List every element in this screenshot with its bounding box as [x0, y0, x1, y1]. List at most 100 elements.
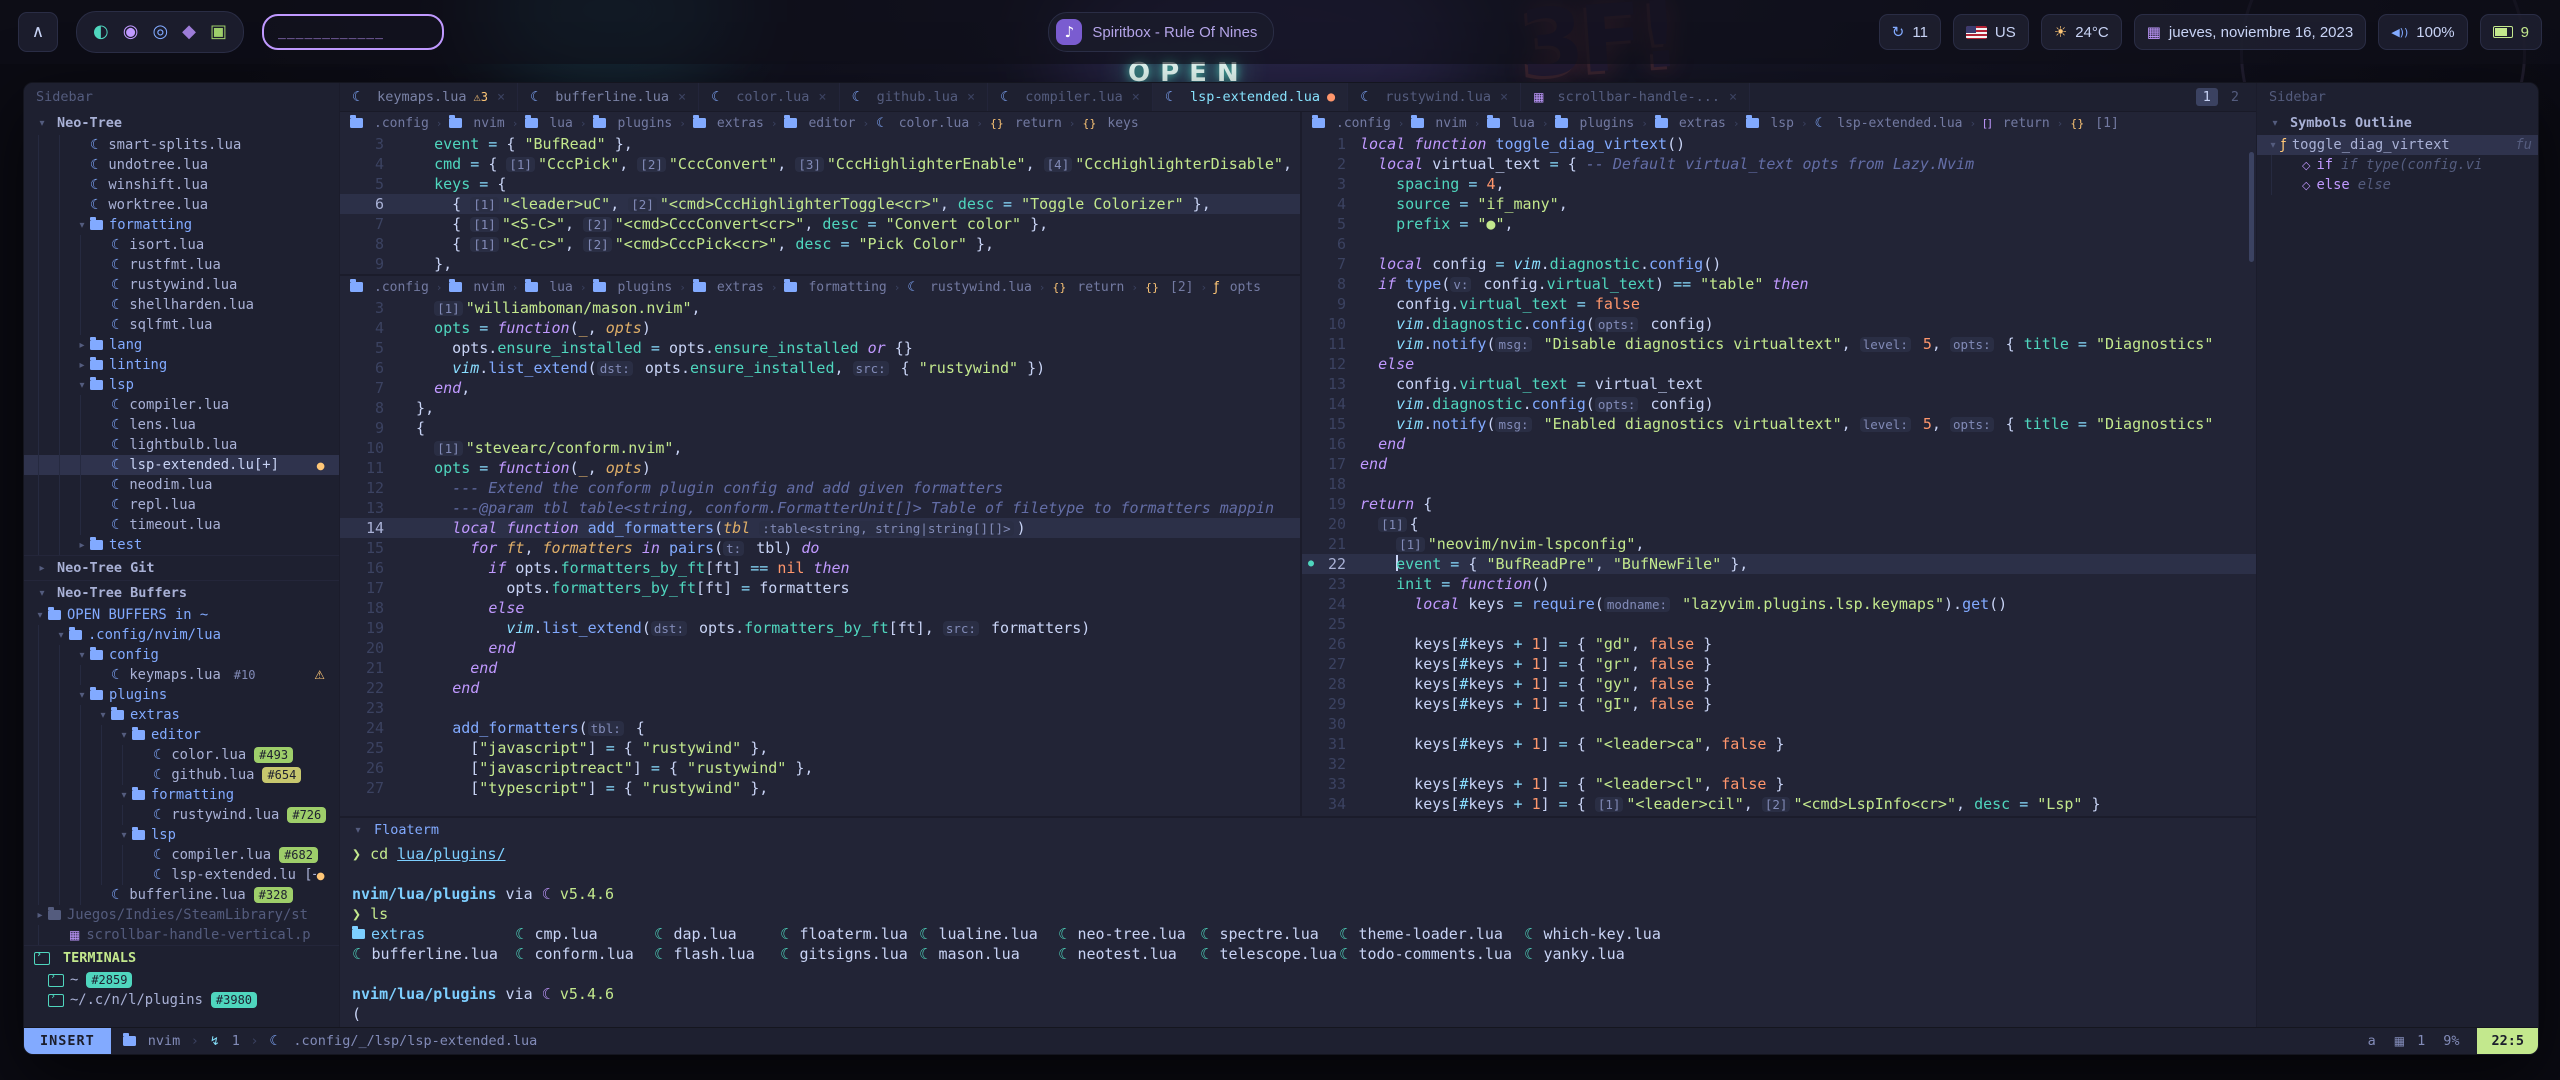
tab-color-lua[interactable]: ☾color.lua×: [699, 83, 839, 111]
listing-item-todo-comments-lua[interactable]: ☾todo-comments.lua: [1339, 944, 1524, 964]
tree-item-lsp-extended-lu[interactable]: ☾lsp-extended.lu[+]●: [24, 455, 339, 475]
floaterm-panel[interactable]: ▾ Floaterm ❯ cd lua/plugins/nvim/lua/plu…: [340, 816, 2256, 1027]
tree-item-juegos-indies-steamlibrary-st[interactable]: ▸Juegos/Indies/SteamLibrary/st: [24, 905, 339, 925]
breadcrumb-item-rustywind-lua[interactable]: ☾rustywind.lua: [907, 280, 1031, 295]
tree-item-undotree-lua[interactable]: ☾undotree.lua: [24, 155, 339, 175]
symbols-outline-header[interactable]: ▾ Symbols Outline: [2257, 111, 2538, 135]
section-header-neo-tree-buffers[interactable]: ▾Neo-Tree Buffers: [24, 580, 339, 605]
breadcrumb-item-formatting[interactable]: formatting: [784, 280, 886, 295]
listing-item-neotest-lua[interactable]: ☾neotest.lua: [1058, 944, 1200, 964]
keyboard-layout-widget[interactable]: US: [1953, 14, 2029, 50]
breadcrumb-item-plugins[interactable]: plugins: [593, 280, 672, 295]
tree-item-compiler-lua[interactable]: ☾compiler.lua: [24, 395, 339, 415]
listing-item-gitsigns-lua[interactable]: ☾gitsigns.lua: [780, 944, 919, 964]
tree-item-lightbulb-lua[interactable]: ☾lightbulb.lua: [24, 435, 339, 455]
close-icon[interactable]: ×: [678, 89, 686, 105]
tree-item-neodim-lua[interactable]: ☾neodim.lua: [24, 475, 339, 495]
tree-item-compiler-lua[interactable]: ☾compiler.lua#682: [24, 845, 339, 865]
tree-item-c-n-l-plugins[interactable]: ~/.c/n/l/plugins#3980: [24, 990, 339, 1010]
listing-item-conform-lua[interactable]: ☾conform.lua: [515, 944, 654, 964]
tree-item-lsp[interactable]: ▾lsp: [24, 825, 339, 845]
music-widget[interactable]: ♪ Spiritbox - Rule Of Nines: [1048, 12, 1274, 52]
breadcrumb-item-plugins[interactable]: plugins: [593, 116, 672, 131]
editor-pane-lsp-extended-lua[interactable]: .config›nvim›lua›plugins›extras›lsp›☾lsp…: [1302, 112, 2256, 816]
tree-item-lens-lua[interactable]: ☾lens.lua: [24, 415, 339, 435]
battery-widget[interactable]: 9: [2480, 14, 2542, 50]
dock-icon-2[interactable]: ◉: [123, 23, 139, 41]
breadcrumb-item-config[interactable]: .config: [1312, 116, 1391, 131]
dock-icon-5[interactable]: ▣: [210, 23, 227, 41]
breadcrumb-item-1[interactable]: {}[1]: [2070, 116, 2118, 131]
editor-pane-rustywind-lua[interactable]: .config›nvim›lua›plugins›extras›formatti…: [340, 276, 1300, 816]
listing-item-dap-lua[interactable]: ☾dap.lua: [654, 924, 780, 944]
tree-item-editor[interactable]: ▾editor: [24, 725, 339, 745]
listing-item-lualine-lua[interactable]: ☾lualine.lua: [919, 924, 1058, 944]
tab-compiler-lua[interactable]: ☾compiler.lua×: [988, 83, 1153, 111]
listing-item-flash-lua[interactable]: ☾flash.lua: [654, 944, 780, 964]
statusline-segment-config-lsp-lsp-extended-lua[interactable]: ☾.config/_/lsp/lsp-extended.lua: [269, 1033, 537, 1049]
breadcrumb-item-config[interactable]: .config: [350, 280, 429, 295]
statusline-segment-1[interactable]: ↯1: [210, 1033, 240, 1049]
listing-item-yanky-lua[interactable]: ☾yanky.lua: [1524, 944, 1684, 964]
tree-item-bufferline-lua[interactable]: ☾bufferline.lua#328: [24, 885, 339, 905]
breadcrumb-item-extras[interactable]: extras: [1655, 116, 1726, 131]
date-widget[interactable]: ▦jueves, noviembre 16, 2023: [2134, 14, 2366, 50]
weather-widget[interactable]: ☀24°C: [2041, 14, 2122, 50]
breadcrumb-item-lsp[interactable]: lsp: [1746, 116, 1793, 131]
section-header-terminals[interactable]: TERMINALS: [24, 945, 339, 970]
tab-rustywind-lua[interactable]: ☾rustywind.lua×: [1348, 83, 1521, 111]
tree-item-plugins[interactable]: ▾plugins: [24, 685, 339, 705]
tree-item-config[interactable]: ▾config: [24, 645, 339, 665]
breadcrumb-item-return[interactable]: {}return: [990, 116, 1062, 131]
breadcrumb-item-2[interactable]: {}[2]: [1145, 280, 1193, 295]
breadcrumb-item-keys[interactable]: {}keys: [1082, 116, 1138, 131]
tabpage-2[interactable]: 2: [2224, 88, 2246, 106]
tab-github-lua[interactable]: ☾github.lua×: [840, 83, 989, 111]
neo-tree-sidebar[interactable]: Sidebar ▾Neo-Tree☾smart-splits.lua☾undot…: [24, 83, 340, 1027]
breadcrumb-item-extras[interactable]: extras: [693, 116, 764, 131]
tree-item-open-buffers-in[interactable]: ▾OPEN BUFFERS in ~: [24, 605, 339, 625]
tree-item-shellharden-lua[interactable]: ☾shellharden.lua: [24, 295, 339, 315]
breadcrumb-item-return[interactable]: {}return: [1052, 280, 1124, 295]
editor-pane-color-lua[interactable]: .config›nvim›lua›plugins›extras›editor›☾…: [340, 112, 1300, 276]
tree-item-lang[interactable]: ▸lang: [24, 335, 339, 355]
close-icon[interactable]: ×: [967, 89, 975, 105]
breadcrumb-item-return[interactable]: []return: [1983, 116, 2050, 131]
launcher-button[interactable]: ∧: [18, 12, 58, 52]
listing-item-bufferline-lua[interactable]: ☾bufferline.lua: [352, 944, 515, 964]
tree-item-config-nvim-lua[interactable]: ▾.config/nvim/lua: [24, 625, 339, 645]
listing-item-cmp-lua[interactable]: ☾cmp.lua: [515, 924, 654, 944]
close-icon[interactable]: ×: [1729, 89, 1737, 105]
tree-item-worktree-lua[interactable]: ☾worktree.lua: [24, 195, 339, 215]
tree-item-lsp[interactable]: ▾lsp: [24, 375, 339, 395]
breadcrumb-item-opts[interactable]: ƒopts: [1214, 280, 1261, 295]
breadcrumb-item-lsp-extended-lua[interactable]: ☾lsp-extended.lua: [1815, 116, 1963, 131]
tree-item-github-lua[interactable]: ☾github.lua#654: [24, 765, 339, 785]
breadcrumb-item-config[interactable]: .config: [350, 116, 429, 131]
breadcrumb-item-extras[interactable]: extras: [693, 280, 764, 295]
breadcrumb-item-lua[interactable]: lua: [525, 280, 572, 295]
breadcrumb-item-plugins[interactable]: plugins: [1555, 116, 1634, 131]
tree-item-winshift-lua[interactable]: ☾winshift.lua: [24, 175, 339, 195]
breadcrumb-item-lua[interactable]: lua: [1487, 116, 1534, 131]
scrollbar-handle[interactable]: [2249, 152, 2254, 262]
volume-widget[interactable]: ◀))100%: [2378, 14, 2467, 50]
tree-item-test[interactable]: ▸test: [24, 535, 339, 555]
close-icon[interactable]: ×: [497, 89, 505, 105]
listing-item-mason-lua[interactable]: ☾mason.lua: [919, 944, 1058, 964]
outline-item-else[interactable]: ◇elseelse: [2257, 175, 2538, 195]
tree-item-scrollbar-handle-vertical-p[interactable]: ▦scrollbar-handle-vertical.p: [24, 925, 339, 945]
tree-item-timeout-lua[interactable]: ☾timeout.lua: [24, 515, 339, 535]
statusline-segment-nvim[interactable]: nvim: [123, 1033, 181, 1049]
tree-item-sqlfmt-lua[interactable]: ☾sqlfmt.lua: [24, 315, 339, 335]
tab-lsp-extended-lua[interactable]: ☾lsp-extended.lua●: [1153, 83, 1348, 111]
breadcrumb-item-nvim[interactable]: nvim: [449, 280, 504, 295]
tree-item-linting[interactable]: ▸linting: [24, 355, 339, 375]
tree-item-color-lua[interactable]: ☾color.lua#493: [24, 745, 339, 765]
listing-item-floaterm-lua[interactable]: ☾floaterm.lua: [780, 924, 919, 944]
tree-item-lsp-extended-lu[interactable]: ☾lsp-extended.lu [+]●: [24, 865, 339, 885]
listing-item-spectre-lua[interactable]: ☾spectre.lua: [1200, 924, 1339, 944]
dock-icon-1[interactable]: ◐: [93, 23, 109, 41]
tree-item-formatting[interactable]: ▾formatting: [24, 785, 339, 805]
section-header-neo-tree-git[interactable]: ▸Neo-Tree Git: [24, 555, 339, 580]
